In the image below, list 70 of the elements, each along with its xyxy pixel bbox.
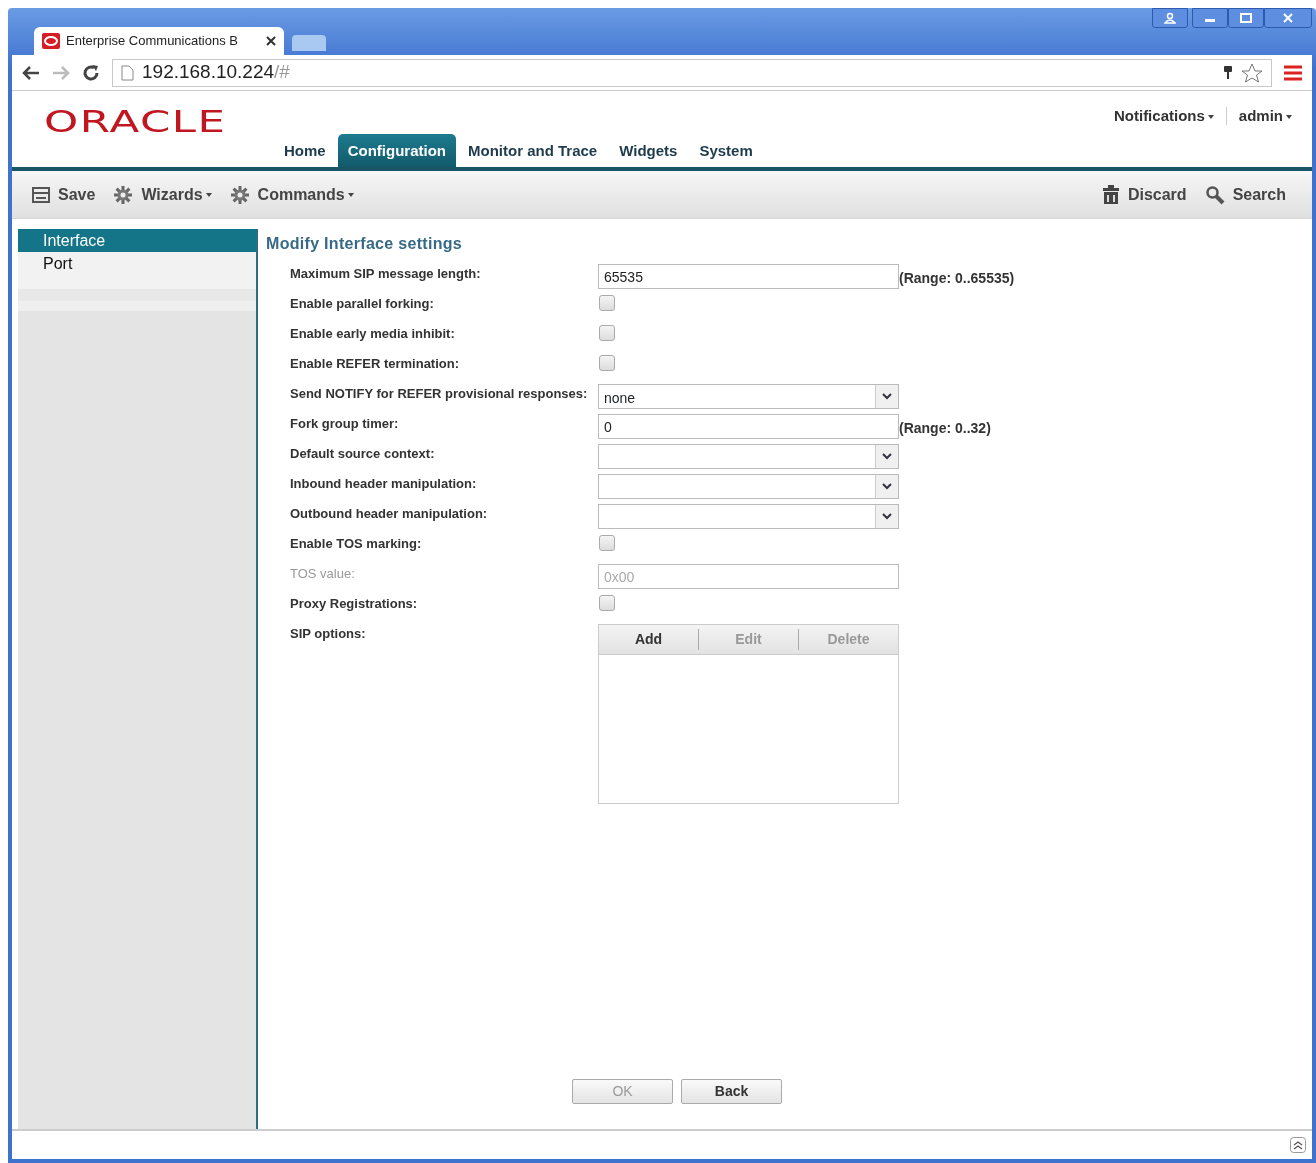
field-label: Enable early media inhibit: bbox=[290, 325, 456, 343]
toolbar-button[interactable]: Save bbox=[26, 178, 102, 211]
search-icon bbox=[1204, 184, 1225, 205]
menu-link[interactable]: admin bbox=[1238, 105, 1292, 128]
checkbox[interactable] bbox=[599, 535, 615, 551]
star-icon[interactable] bbox=[1241, 62, 1263, 83]
browser-tab[interactable]: Enterprise Communications B bbox=[34, 27, 284, 55]
gear-icon bbox=[113, 184, 134, 205]
page-icon bbox=[121, 64, 134, 81]
key-icon[interactable] bbox=[1223, 64, 1233, 81]
dropdown[interactable]: none bbox=[598, 384, 899, 409]
nav-tab[interactable]: Configuration bbox=[337, 133, 456, 167]
field-label: Proxy Registrations: bbox=[290, 595, 419, 613]
chevron-down-icon bbox=[882, 393, 892, 400]
form-title: Modify Interface settings bbox=[266, 234, 463, 254]
chevron-down-icon bbox=[882, 513, 892, 520]
toolbar-button[interactable]: Discard bbox=[1095, 178, 1193, 211]
field-label: Default source context: bbox=[290, 445, 436, 463]
range-hint: (Range: 0..65535) bbox=[899, 269, 1015, 288]
sidebar-item[interactable]: Port bbox=[18, 252, 256, 275]
maximize-icon bbox=[1240, 13, 1252, 23]
profile-button[interactable] bbox=[1152, 8, 1188, 28]
field-label: SIP options: bbox=[290, 625, 367, 643]
nav-tab[interactable]: Widgets bbox=[609, 133, 688, 167]
favicon-icon bbox=[42, 33, 60, 49]
person-icon bbox=[1164, 12, 1176, 24]
minimize-button[interactable] bbox=[1192, 8, 1228, 28]
maximize-button[interactable] bbox=[1228, 8, 1264, 28]
field-label: Inbound header manipulation: bbox=[290, 475, 478, 493]
field-label: Fork group timer: bbox=[290, 415, 400, 433]
range-hint: (Range: 0..32) bbox=[899, 419, 991, 438]
logo: ORACLE bbox=[44, 103, 227, 141]
field-label: Enable TOS marking: bbox=[290, 535, 423, 553]
url-text: 192.168.10.224/# bbox=[142, 60, 291, 85]
save-icon bbox=[32, 186, 50, 203]
input-field[interactable]: 65535 bbox=[598, 264, 899, 289]
back-icon[interactable] bbox=[22, 65, 40, 80]
field-label: Enable REFER termination: bbox=[290, 355, 461, 373]
nav-tab[interactable]: System bbox=[689, 133, 763, 167]
reload-icon[interactable] bbox=[82, 63, 100, 82]
checkbox[interactable] bbox=[599, 355, 615, 371]
nav-tab[interactable]: Monitor and Trace bbox=[458, 133, 608, 167]
field-label: Send NOTIFY for REFER provisional responses: bbox=[290, 385, 589, 403]
close-icon[interactable] bbox=[266, 36, 276, 46]
address-bar[interactable]: 192.168.10.224/# bbox=[112, 58, 1272, 87]
nav-tab[interactable]: Home bbox=[274, 133, 336, 167]
list-action-button[interactable]: Add bbox=[599, 629, 698, 650]
field-label: Outbound header manipulation: bbox=[290, 505, 489, 523]
close-icon bbox=[1283, 13, 1293, 23]
input-field[interactable]: 0 bbox=[598, 414, 899, 439]
menu-link[interactable]: Notifications bbox=[1113, 105, 1214, 128]
field-label: TOS value: bbox=[290, 565, 356, 583]
field-label: Maximum SIP message length: bbox=[290, 265, 482, 283]
chevron-down-icon bbox=[882, 483, 892, 490]
menu-icon[interactable] bbox=[1284, 64, 1302, 81]
toolbar-button[interactable]: Search bbox=[1198, 178, 1292, 211]
toolbar-button[interactable]: Commands bbox=[223, 178, 360, 211]
checkbox[interactable] bbox=[599, 595, 615, 611]
gear-icon bbox=[229, 184, 250, 205]
close-window-button[interactable] bbox=[1264, 8, 1312, 28]
field-label: Enable parallel forking: bbox=[290, 295, 435, 313]
scroll-up-icon[interactable] bbox=[1290, 1137, 1306, 1153]
tab-title: Enterprise Communications B bbox=[66, 32, 239, 51]
toolbar-button[interactable]: Wizards bbox=[107, 178, 218, 211]
checkbox[interactable] bbox=[599, 325, 615, 341]
sidebar-item[interactable]: Interface bbox=[18, 229, 256, 252]
chevron-down-icon bbox=[882, 453, 892, 460]
back-button[interactable]: Back bbox=[681, 1079, 782, 1104]
checkbox[interactable] bbox=[599, 295, 615, 311]
trash-icon bbox=[1101, 184, 1120, 205]
